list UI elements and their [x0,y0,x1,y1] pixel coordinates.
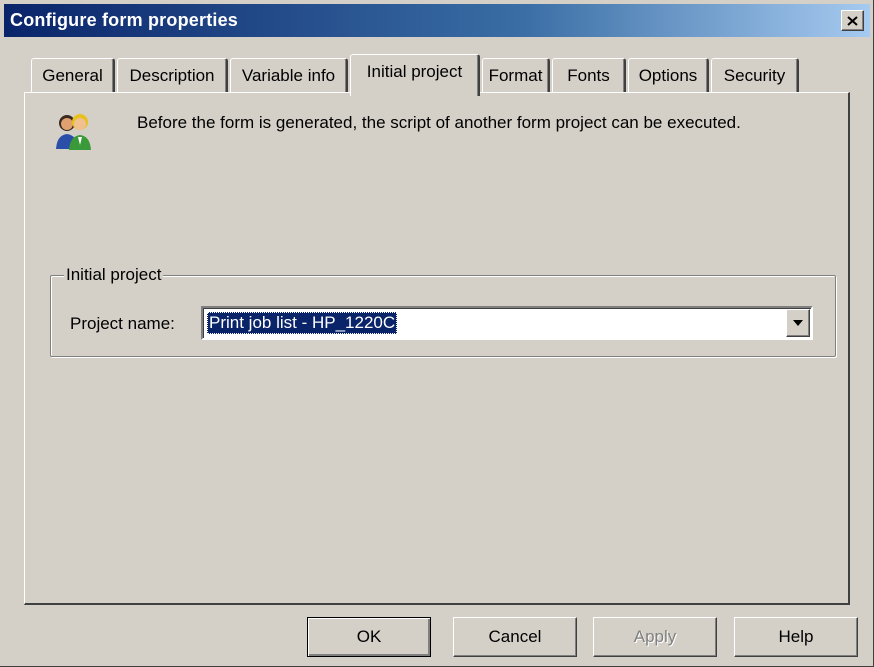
group-legend: Initial project [64,265,164,285]
combobox-dropdown-button[interactable] [786,309,810,337]
tab-label: Description [129,65,215,85]
tab-label: Fonts [567,65,610,85]
tab-label: Security [723,65,786,85]
project-name-value[interactable]: Print job list - HP_1220C [207,312,398,334]
tab-label: General [42,65,103,85]
dialog-title: Configure form properties [10,10,239,30]
cancel-button[interactable]: Cancel [453,617,577,657]
info-text: Before the form is generated, the script… [137,113,741,132]
ok-label: OK [356,627,382,646]
help-button[interactable]: Help [734,617,858,657]
tab-label: Format [488,65,543,85]
project-name-label: Project name: [70,314,175,333]
tab-label: Variable info [241,65,336,85]
apply-button[interactable]: Apply [593,617,717,657]
dialog-window: Configure form properties General Descri… [0,0,874,667]
tab-format[interactable]: Format [482,58,550,92]
tab-fonts[interactable]: Fonts [552,58,626,92]
tab-label: Initial project [366,61,463,81]
tab-initial-project[interactable]: Initial project [350,54,480,96]
tab-variable-info[interactable]: Variable info [230,58,348,92]
chevron-down-icon [793,320,803,326]
cancel-label: Cancel [488,627,542,646]
help-label: Help [778,627,814,646]
ok-button[interactable]: OK [307,617,431,657]
project-name-combobox[interactable]: Print job list - HP_1220C [201,306,813,340]
apply-label: Apply [633,627,677,646]
tab-strip: General Description Variable info Initia… [0,54,874,96]
tab-security[interactable]: Security [711,58,799,92]
tab-options[interactable]: Options [628,58,709,92]
tab-general[interactable]: General [31,58,115,92]
initial-project-group: Initial project Project name: Print job … [50,265,836,357]
tab-panel-initial-project: Before the form is generated, the script… [24,92,850,605]
title-bar[interactable]: Configure form properties [4,4,870,37]
close-button[interactable] [841,10,864,31]
tab-label: Options [638,65,698,85]
users-icon [56,114,91,150]
close-icon [847,15,858,26]
tab-description[interactable]: Description [117,58,228,92]
